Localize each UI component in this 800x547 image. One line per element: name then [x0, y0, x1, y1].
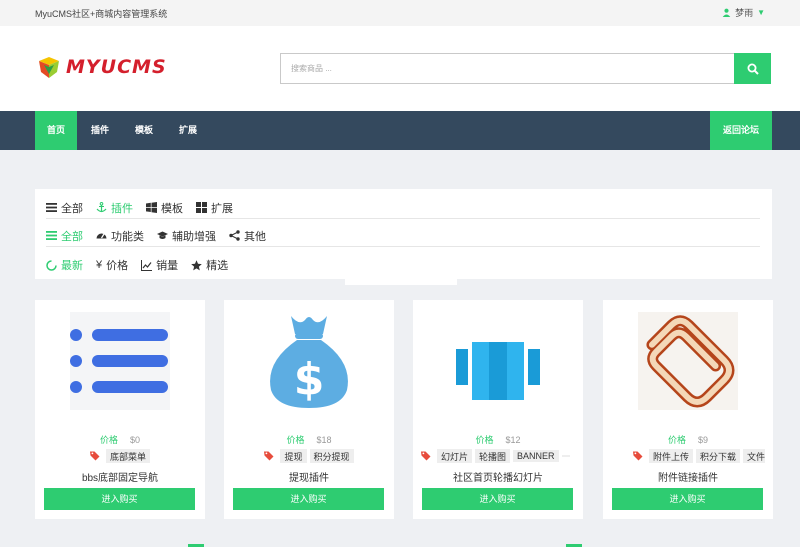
money-bag-icon: $: [270, 316, 348, 408]
price-row: 价格 $18: [286, 435, 332, 445]
buy-button[interactable]: 进入购买: [422, 488, 573, 510]
tag[interactable]: 轮播图: [475, 449, 511, 463]
tag-list: 幻灯片 轮播图 BANNER: [421, 449, 575, 463]
sort-filter-row: 最新 ¥ 价格 销量 精选: [46, 254, 760, 276]
product-card[interactable]: 价格 $9 附件上传 积分下载 文件 附件链接插件 进入购买: [603, 300, 773, 519]
list-menu-icon: [70, 329, 168, 393]
tag[interactable]: [561, 455, 570, 457]
top-strip: MyuCMS社区+商城内容管理系统 梦雨 ▼: [0, 0, 800, 26]
product-title[interactable]: 提现插件: [224, 469, 394, 484]
product-image[interactable]: $: [259, 312, 359, 410]
product-image[interactable]: [638, 312, 738, 410]
nav-item-home[interactable]: 首页: [35, 111, 77, 150]
tags-icon: [633, 451, 643, 461]
tags-icon: [421, 451, 431, 461]
list-icon: [46, 203, 57, 212]
search-icon: [747, 63, 759, 75]
sort-newest[interactable]: 最新: [46, 257, 83, 273]
filter-category-other[interactable]: 其他: [229, 228, 266, 244]
tag[interactable]: 幻灯片: [437, 449, 473, 463]
user-icon: [722, 8, 731, 17]
tags-icon: [264, 451, 274, 461]
line-chart-icon: [141, 259, 153, 271]
yen-icon: ¥: [96, 259, 103, 271]
tag[interactable]: 附件上传: [649, 449, 694, 463]
header: MYUCMS: [0, 26, 800, 111]
tag[interactable]: 积分提现: [309, 449, 354, 463]
price-value: $12: [505, 435, 521, 445]
tag[interactable]: BANNER: [513, 450, 559, 462]
product-card[interactable]: 价格 $0 底部菜单 bbs底部固定导航 进入购买: [35, 300, 205, 519]
sort-price[interactable]: ¥ 价格: [96, 257, 128, 273]
search-button[interactable]: [734, 53, 771, 84]
logo[interactable]: MYUCMS: [36, 54, 167, 80]
type-filter-row: 全部 插件 模板 扩展: [46, 197, 760, 219]
nav-item-templates[interactable]: 模板: [124, 111, 164, 150]
category-filter-row: 全部 功能类 辅助增强 其他: [46, 225, 760, 247]
sort-sales[interactable]: 销量: [141, 257, 178, 273]
grid-icon: [196, 202, 207, 213]
buy-button[interactable]: 进入购买: [233, 488, 384, 510]
filter-type-plugins[interactable]: 插件: [96, 200, 133, 216]
caret-down-icon[interactable]: ▼: [757, 8, 765, 17]
sort-featured[interactable]: 精选: [191, 257, 228, 273]
buy-button[interactable]: 进入购买: [44, 488, 195, 510]
tag[interactable]: 提现: [280, 449, 307, 463]
price-row: 价格 $0: [99, 435, 141, 445]
nav-item-extensions[interactable]: 扩展: [168, 111, 208, 150]
paperclip-icon: [646, 315, 735, 408]
tag-list: 底部菜单: [43, 449, 197, 463]
list-icon: [46, 231, 57, 240]
filter-panel: 全部 插件 模板 扩展 全部 功能类 辅助增强 其他 最新 ¥ 价格 销量 精选: [35, 189, 772, 279]
price-value: $0: [130, 435, 141, 445]
site-title: MyuCMS社区+商城内容管理系统: [35, 9, 168, 19]
tags-icon: [89, 451, 100, 461]
product-title[interactable]: bbs底部固定导航: [35, 469, 205, 484]
product-card[interactable]: $ 价格 $18 提现 积分提现 提现插件 进入购买: [224, 300, 394, 519]
product-image[interactable]: [70, 312, 170, 410]
price-value: $9: [698, 435, 709, 445]
graduation-cap-icon: [157, 231, 168, 239]
main-nav: 首页 插件 模板 扩展 返回论坛: [0, 111, 800, 150]
star-icon: [191, 259, 202, 270]
anchor-icon: [96, 202, 107, 213]
user-name[interactable]: 梦雨: [735, 6, 753, 19]
price-value: $18: [316, 435, 332, 445]
user-menu[interactable]: 梦雨 ▼: [722, 6, 765, 19]
next-row-edge: [0, 541, 800, 547]
slides-icon: [456, 342, 540, 400]
tag[interactable]: 底部菜单: [105, 449, 150, 463]
buy-button[interactable]: 进入购买: [612, 488, 763, 510]
filter-type-templates[interactable]: 模板: [146, 200, 183, 216]
spinner-icon: [46, 259, 57, 271]
filter-category-all[interactable]: 全部: [46, 228, 83, 244]
filter-type-all[interactable]: 全部: [46, 200, 83, 216]
tag[interactable]: 积分下载: [696, 449, 741, 463]
search-input[interactable]: [280, 53, 734, 84]
product-image[interactable]: [448, 312, 548, 410]
tag-list: 提现 积分提现: [232, 449, 386, 463]
price-row: 价格 $12: [475, 435, 521, 445]
product-title[interactable]: 社区首页轮播幻灯片: [413, 469, 583, 484]
search-bar: [280, 53, 771, 84]
back-to-forum-button[interactable]: 返回论坛: [710, 111, 772, 150]
share-icon: [229, 230, 240, 241]
tag[interactable]: 文件: [743, 449, 765, 463]
nav-item-plugins[interactable]: 插件: [80, 111, 120, 150]
panel-notch: [345, 277, 457, 285]
filter-category-assist[interactable]: 辅助增强: [157, 228, 216, 244]
windows-icon: [146, 202, 157, 213]
svg-text:$: $: [294, 354, 325, 405]
product-card[interactable]: 价格 $12 幻灯片 轮播图 BANNER 社区首页轮播幻灯片 进入购买: [413, 300, 583, 519]
filter-category-function[interactable]: 功能类: [96, 228, 144, 244]
logo-text: MYUCMS: [66, 56, 167, 78]
filter-type-extensions[interactable]: 扩展: [196, 200, 233, 216]
product-title[interactable]: 附件链接插件: [603, 469, 773, 484]
price-row: 价格 $9: [667, 435, 709, 445]
dashboard-icon: [96, 233, 107, 239]
logo-mark-icon: [39, 57, 59, 78]
tag-list: 附件上传 积分下载 文件: [611, 449, 765, 463]
